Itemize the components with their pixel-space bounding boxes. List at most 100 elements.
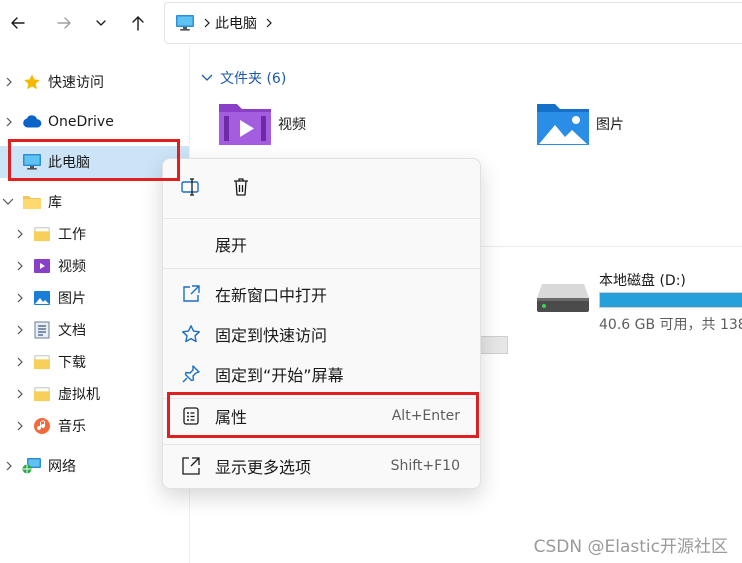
breadcrumb-separator-icon xyxy=(203,18,211,28)
video-icon xyxy=(32,256,52,276)
menu-item-label: 显示更多选项 xyxy=(215,458,312,477)
menu-separator xyxy=(163,268,480,269)
open-external-icon xyxy=(179,282,203,306)
back-button[interactable] xyxy=(6,11,30,35)
menu-item-expand[interactable]: 展开 xyxy=(167,226,478,262)
sidebar-item-label: 下载 xyxy=(58,355,86,371)
sidebar-item-label: 虚拟机 xyxy=(58,387,100,403)
sidebar-item-label: 此电脑 xyxy=(48,155,90,171)
music-icon xyxy=(32,416,52,436)
cloud-icon xyxy=(22,112,42,132)
folders-group-header[interactable]: 文件夹 (6) xyxy=(200,68,286,88)
breadcrumb-this-pc[interactable]: 此电脑 xyxy=(215,13,257,33)
drive-usage-bar xyxy=(599,292,742,308)
hard-drive-icon xyxy=(537,284,589,312)
drive-usage-bar xyxy=(480,336,508,354)
sidebar-item-libraries[interactable]: 库 xyxy=(0,186,189,218)
drive-free-space: 40.6 GB 可用，共 138 xyxy=(599,317,742,333)
context-menu: 展开 在新窗口中打开 固定到快速访问 固定到“开始”屏幕 属性 Alt+Ente… xyxy=(162,158,481,489)
sidebar-item-label: 文档 xyxy=(58,323,86,339)
sidebar-item-onedrive[interactable]: OneDrive xyxy=(0,106,189,138)
sidebar-item-this-pc[interactable]: 此电脑 xyxy=(0,146,189,178)
drive-usage-fill xyxy=(600,293,742,307)
picture-folder-icon xyxy=(537,104,589,145)
sidebar-item-music[interactable]: 音乐 xyxy=(0,410,189,442)
monitor-icon xyxy=(22,152,42,172)
forward-arrow-icon xyxy=(57,17,71,29)
sidebar-item-virtual-machines[interactable]: 虚拟机 xyxy=(0,378,189,410)
menu-item-shortcut: Alt+Enter xyxy=(391,408,460,424)
menu-item-label: 属性 xyxy=(215,408,248,427)
expand-chevron-icon[interactable] xyxy=(14,356,26,368)
sidebar-item-label: 视频 xyxy=(58,259,86,275)
star-icon xyxy=(22,72,42,92)
folder-icon xyxy=(32,384,52,404)
back-arrow-icon xyxy=(11,17,25,29)
collapse-chevron-icon[interactable] xyxy=(2,196,14,208)
delete-button[interactable] xyxy=(223,169,259,205)
folder-icon xyxy=(32,224,52,244)
menu-item-pin-quick-access[interactable]: 固定到快速访问 xyxy=(167,316,478,352)
pin-icon xyxy=(179,362,203,386)
sidebar-item-network[interactable]: 网络 xyxy=(0,450,189,482)
menu-item-show-more-options[interactable]: 显示更多选项 Shift+F10 xyxy=(167,448,478,484)
menu-separator xyxy=(163,218,480,219)
expand-chevron-icon[interactable] xyxy=(14,228,26,240)
sidebar-item-quick-access[interactable]: 快速访问 xyxy=(0,66,189,98)
folder-label: 图片 xyxy=(596,117,624,133)
menu-item-open-new-window[interactable]: 在新窗口中打开 xyxy=(167,276,478,312)
address-bar[interactable]: 此电脑 xyxy=(164,2,742,44)
menu-item-properties[interactable]: 属性 Alt+Enter xyxy=(167,398,478,434)
chevron-down-icon xyxy=(200,71,214,85)
menu-item-label: 固定到快速访问 xyxy=(215,326,328,345)
sidebar-item-label: 音乐 xyxy=(58,419,86,435)
up-arrow-icon xyxy=(132,16,144,31)
sidebar-item-label: 网络 xyxy=(48,459,76,475)
chevron-down-icon xyxy=(96,20,106,26)
menu-separator xyxy=(163,444,480,445)
document-icon xyxy=(32,320,52,340)
properties-icon xyxy=(179,404,203,428)
sidebar-item-label: 工作 xyxy=(58,227,86,243)
sidebar-item-downloads[interactable]: 下载 xyxy=(0,346,189,378)
expand-chevron-icon[interactable] xyxy=(3,76,15,88)
drive-tile-d[interactable]: 本地磁盘 (D:) 40.6 GB 可用，共 138 xyxy=(534,268,742,338)
sidebar-item-label: 图片 xyxy=(58,291,86,307)
picture-icon xyxy=(32,288,52,308)
folder-tile-pictures[interactable]: 图片 xyxy=(534,100,624,148)
expand-chevron-icon[interactable] xyxy=(14,260,26,272)
folder-label: 视频 xyxy=(278,117,306,133)
menu-item-pin-start[interactable]: 固定到“开始”屏幕 xyxy=(167,356,478,392)
sidebar-item-label: 快速访问 xyxy=(48,75,104,91)
forward-button[interactable] xyxy=(52,11,76,35)
up-button[interactable] xyxy=(126,11,150,35)
sidebar-item-label: 库 xyxy=(48,195,62,211)
rename-button[interactable] xyxy=(173,169,209,205)
video-folder-icon xyxy=(219,104,271,145)
menu-item-shortcut: Shift+F10 xyxy=(390,458,460,474)
expand-chevron-icon[interactable] xyxy=(14,420,26,432)
folder-icon xyxy=(32,352,52,372)
sidebar-item-label: OneDrive xyxy=(48,114,114,130)
expand-chevron-icon[interactable] xyxy=(14,324,26,336)
sidebar-item-work[interactable]: 工作 xyxy=(0,218,189,250)
trash-icon xyxy=(234,178,248,196)
sidebar-item-videos[interactable]: 视频 xyxy=(0,250,189,282)
sidebar-item-documents[interactable]: 文档 xyxy=(0,314,189,346)
navigation-toolbar: 此电脑 xyxy=(0,0,742,46)
folder-tile-videos[interactable]: 视频 xyxy=(216,100,306,148)
folders-group-title: 文件夹 (6) xyxy=(220,71,287,87)
drive-name: 本地磁盘 (D:) xyxy=(599,273,686,289)
breadcrumb-separator-icon xyxy=(265,18,273,28)
star-outline-icon xyxy=(179,322,203,346)
network-icon xyxy=(22,456,42,476)
expand-chevron-icon[interactable] xyxy=(3,116,15,128)
folder-icon xyxy=(22,192,42,212)
expand-chevron-icon[interactable] xyxy=(3,460,15,472)
recent-locations-button[interactable] xyxy=(89,11,113,35)
menu-item-label: 在新窗口中打开 xyxy=(215,286,328,305)
expand-chevron-icon[interactable] xyxy=(14,292,26,304)
sidebar-item-pictures[interactable]: 图片 xyxy=(0,282,189,314)
menu-item-label: 固定到“开始”屏幕 xyxy=(215,366,344,385)
expand-chevron-icon[interactable] xyxy=(14,388,26,400)
